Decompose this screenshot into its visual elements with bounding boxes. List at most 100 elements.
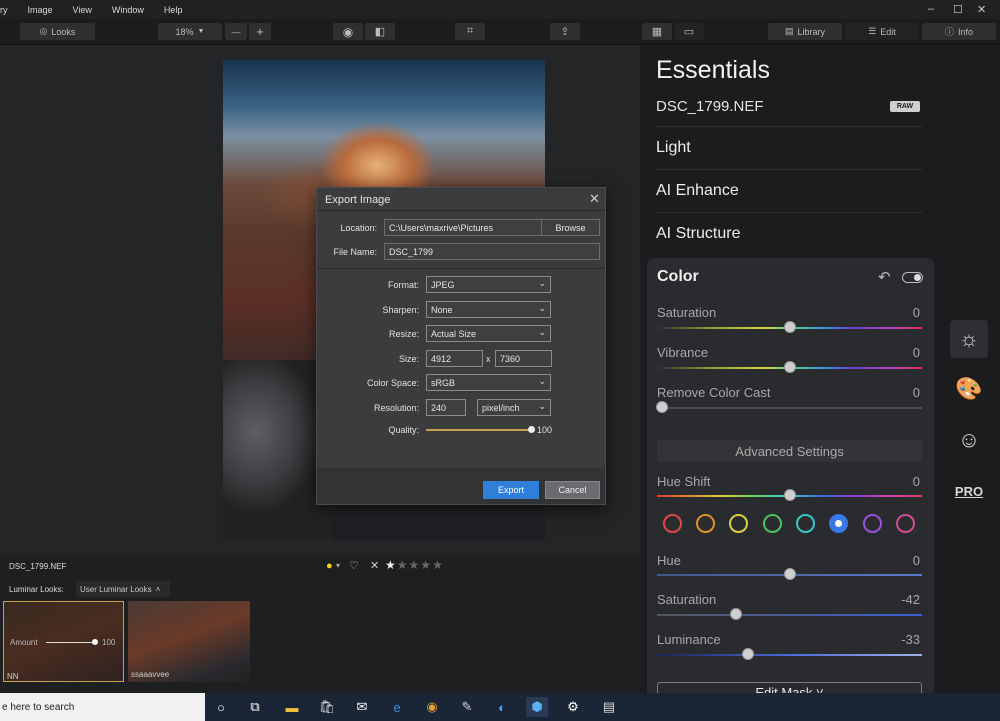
- menu-item-image[interactable]: Image: [28, 5, 53, 15]
- creative-palette-icon[interactable]: 🎨: [950, 370, 988, 408]
- toggle-visibility[interactable]: [902, 272, 923, 283]
- saturation-slider-knob[interactable]: [784, 321, 796, 333]
- hue-shift-slider-knob[interactable]: [784, 489, 796, 501]
- export-button[interactable]: Export: [483, 481, 539, 499]
- color-swatch-purple[interactable]: [863, 514, 882, 533]
- section-ai-enhance[interactable]: AI Enhance: [656, 182, 739, 200]
- zoom-dropdown[interactable]: 18% ▼: [158, 23, 222, 40]
- compare-button[interactable]: ◧: [365, 23, 395, 40]
- preview-eye-button[interactable]: ◉: [333, 23, 363, 40]
- file-explorer-icon[interactable]: ▬: [281, 697, 303, 717]
- remove-color-cast-slider-track[interactable]: [657, 407, 922, 409]
- section-light[interactable]: Light: [656, 139, 691, 157]
- filename-field[interactable]: DSC_1799: [384, 243, 600, 260]
- share-button[interactable]: ⇪: [550, 23, 580, 40]
- cancel-button[interactable]: Cancel: [545, 481, 600, 499]
- tab-edit[interactable]: ☰ Edit: [845, 23, 919, 40]
- color-title[interactable]: Color: [657, 268, 699, 286]
- looks-button[interactable]: ◎ Looks: [20, 23, 95, 40]
- star-filled-icon[interactable]: ★: [385, 558, 397, 572]
- looks-category-dropdown[interactable]: User Luminar Looks ˄: [76, 581, 170, 597]
- browse-button[interactable]: Browse: [541, 219, 600, 236]
- color-swatch-blue[interactable]: [829, 514, 848, 533]
- minimize-button[interactable]: –: [928, 3, 934, 15]
- settings-gear-icon[interactable]: ⚙: [562, 697, 584, 717]
- look-name: NN: [7, 672, 19, 681]
- vibrance-slider-knob[interactable]: [784, 361, 796, 373]
- adv-saturation-slider-knob[interactable]: [730, 608, 742, 620]
- luminance-slider-knob[interactable]: [742, 648, 754, 660]
- look-name: ssaaavvee: [131, 670, 170, 679]
- color-swatch-orange[interactable]: [696, 514, 715, 533]
- color-label-dropdown-icon[interactable]: ▾: [336, 561, 340, 570]
- star-rating[interactable]: ★★★★★: [385, 558, 444, 572]
- look-thumbnail[interactable]: Amount 100 NN: [3, 601, 124, 682]
- portrait-face-icon[interactable]: ☺: [950, 421, 988, 459]
- amount-slider-knob[interactable]: [92, 639, 98, 645]
- zoom-out-button[interactable]: —: [225, 23, 247, 40]
- chevron-down-icon: ⌄: [538, 327, 546, 337]
- edge-icon[interactable]: e: [386, 697, 408, 717]
- remove-color-cast-slider-knob[interactable]: [656, 401, 668, 413]
- format-select[interactable]: JPEG ⌄: [426, 276, 551, 293]
- location-field[interactable]: C:\Users\maxrive\Pictures: [384, 219, 542, 236]
- quality-slider-knob[interactable]: [528, 426, 535, 433]
- mail-icon[interactable]: ✉: [351, 697, 373, 717]
- app-icon[interactable]: ◐: [491, 697, 513, 717]
- zoom-in-button[interactable]: +: [249, 23, 271, 40]
- menu-item-window[interactable]: Window: [112, 5, 144, 15]
- app-icon[interactable]: ✎: [456, 697, 478, 717]
- heart-icon[interactable]: ♡: [349, 559, 359, 572]
- adv-saturation-label: Saturation: [657, 592, 717, 607]
- cortana-icon[interactable]: ○: [210, 697, 232, 717]
- reset-icon[interactable]: ↶: [878, 268, 891, 286]
- resize-select[interactable]: Actual Size ⌄: [426, 325, 551, 342]
- task-view-icon[interactable]: ⧉: [244, 697, 266, 717]
- single-view-button[interactable]: ▭: [674, 23, 704, 40]
- amount-slider-track[interactable]: [46, 642, 96, 643]
- star-empty-icon[interactable]: ★: [420, 558, 432, 572]
- menu-item-partial[interactable]: ry: [0, 5, 8, 15]
- pro-tools-icon[interactable]: PRO: [950, 472, 988, 510]
- look-thumbnail[interactable]: ssaaavvee: [128, 601, 250, 682]
- tab-info[interactable]: ⓘ Info: [922, 23, 996, 40]
- colorspace-select[interactable]: sRGB ⌄: [426, 374, 551, 391]
- color-swatch-aqua[interactable]: [796, 514, 815, 533]
- size-width-field[interactable]: 4912: [426, 350, 483, 367]
- resolution-field[interactable]: 240: [426, 399, 466, 416]
- star-empty-icon[interactable]: ★: [397, 558, 409, 572]
- chevron-down-icon: ⌄: [538, 401, 546, 411]
- hue-slider-knob[interactable]: [784, 568, 796, 580]
- menu-item-view[interactable]: View: [73, 5, 92, 15]
- adv-saturation-slider-track[interactable]: [657, 614, 922, 616]
- resolution-unit-select[interactable]: pixel/inch ⌄: [477, 399, 551, 416]
- star-empty-icon[interactable]: ★: [432, 558, 444, 572]
- section-ai-structure[interactable]: AI Structure: [656, 225, 740, 243]
- luminance-slider-track[interactable]: [657, 654, 922, 656]
- store-icon[interactable]: 🛍: [316, 697, 338, 717]
- quality-slider-track[interactable]: [426, 429, 530, 431]
- color-swatch-magenta[interactable]: [896, 514, 915, 533]
- essentials-sun-icon[interactable]: ☼: [950, 320, 988, 358]
- color-swatch-yellow[interactable]: [729, 514, 748, 533]
- notepad-icon[interactable]: ▤: [598, 697, 620, 717]
- close-icon[interactable]: ✕: [589, 191, 600, 207]
- tab-library[interactable]: ▤ Library: [768, 23, 842, 40]
- size-height-field[interactable]: 7360: [495, 350, 552, 367]
- star-empty-icon[interactable]: ★: [409, 558, 421, 572]
- color-label-dot-icon[interactable]: ●: [326, 560, 333, 572]
- maximize-button[interactable]: ☐: [953, 3, 963, 16]
- color-swatch-red[interactable]: [663, 514, 682, 533]
- advanced-settings-header[interactable]: Advanced Settings: [657, 440, 922, 462]
- luminar-icon[interactable]: ⬢: [526, 697, 548, 717]
- luminar-looks-label: Luminar Looks:: [9, 585, 64, 594]
- taskbar-search-input[interactable]: e here to search: [0, 693, 205, 721]
- close-window-button[interactable]: ✕: [977, 3, 986, 16]
- chrome-icon[interactable]: ◉: [421, 697, 443, 717]
- crop-button[interactable]: ⌗: [455, 23, 485, 40]
- grid-view-button[interactable]: ▦: [642, 23, 672, 40]
- color-swatch-green[interactable]: [763, 514, 782, 533]
- menu-item-help[interactable]: Help: [164, 5, 183, 15]
- sharpen-select[interactable]: None ⌄: [426, 301, 551, 318]
- reject-icon[interactable]: ✕: [370, 559, 379, 572]
